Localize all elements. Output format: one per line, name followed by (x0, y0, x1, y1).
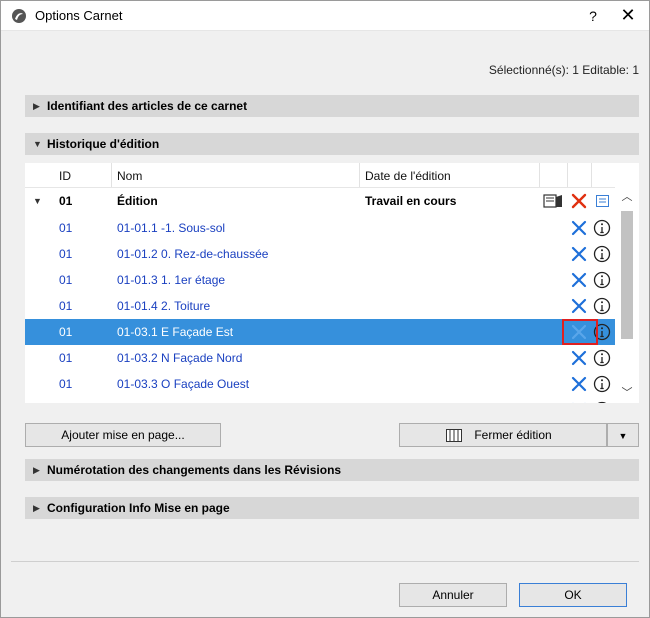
row-name: 01-03.3 O Façade Ouest (117, 377, 250, 391)
row-name: 01-01.4 2. Toiture (117, 299, 211, 313)
table-scrollbar[interactable]: ︿ ﹀ (617, 189, 637, 403)
row-name: 01-03.4 S Façade Sud (117, 397, 237, 403)
info-circle-icon[interactable] (593, 219, 611, 237)
section-historique[interactable]: ▼ Historique d'édition (25, 133, 639, 155)
column-separator (111, 163, 112, 187)
row-id: 01 (59, 299, 73, 313)
delete-x-icon[interactable] (570, 349, 588, 367)
delete-x-icon[interactable] (570, 219, 588, 237)
table-row[interactable]: 01 01-01.4 2. Toiture (25, 293, 615, 319)
info-circle-icon[interactable] (593, 375, 611, 393)
row-id: 01 (59, 397, 72, 403)
table-row[interactable]: 01 01-01.3 1. 1er étage (25, 267, 615, 293)
table-row[interactable]: 01 01-03.3 O Façade Ouest (25, 371, 615, 397)
table-row[interactable]: 01 01-03.2 N Façade Nord (25, 345, 615, 371)
expand-arrow-icon: ▶ (33, 465, 40, 475)
row-name: 01-03.1 E Façade Est (117, 325, 234, 339)
collapse-arrow-icon[interactable]: ▼ (33, 188, 42, 214)
info-circle-icon[interactable] (593, 245, 611, 263)
section-label: Historique d'édition (47, 137, 160, 151)
expand-arrow-icon: ▶ (33, 503, 40, 513)
column-header-nom[interactable]: Nom (117, 169, 142, 183)
edition-name: Édition (117, 194, 158, 208)
row-name: 01-01.3 1. 1er étage (117, 273, 226, 287)
row-id: 01 (59, 221, 73, 235)
archicad-logo-icon (12, 9, 26, 23)
book-icon (446, 429, 462, 442)
ok-button[interactable]: OK (519, 583, 627, 607)
table-row[interactable]: 01 01-01.1 -1. Sous-sol (25, 215, 615, 241)
row-id: 01 (59, 273, 73, 287)
options-carnet-dialog: Options Carnet ? ✕ Sélectionné(s): 1 Edi… (0, 0, 650, 618)
section-label: Configuration Info Mise en page (47, 501, 230, 515)
close-edition-dropdown[interactable]: ▼ (607, 423, 639, 447)
section-configuration[interactable]: ▶ Configuration Info Mise en page (25, 497, 639, 519)
help-button[interactable]: ? (583, 5, 603, 27)
delete-x-icon[interactable] (570, 271, 588, 289)
delete-x-icon[interactable] (570, 297, 588, 315)
row-id: 01 (59, 351, 73, 365)
section-label: Numérotation des changements dans les Ré… (47, 463, 342, 477)
row-name: 01-01.2 0. Rez-de-chaussée (117, 247, 269, 261)
edition-id: 01 (59, 194, 73, 208)
info-circle-icon[interactable] (593, 297, 611, 315)
delete-x-icon[interactable] (570, 401, 588, 403)
table-row[interactable]: 01 01-01.2 0. Rez-de-chaussée (25, 241, 615, 267)
row-name: 01-03.2 N Façade Nord (117, 351, 243, 365)
section-numerotation[interactable]: ▶ Numérotation des changements dans les … (25, 459, 639, 481)
footer-divider (11, 561, 639, 562)
info-circle-icon[interactable] (593, 349, 611, 367)
info-circle-icon[interactable] (593, 271, 611, 289)
cancel-button[interactable]: Annuler (399, 583, 507, 607)
info-circle-icon[interactable] (593, 401, 611, 403)
section-identifiant[interactable]: ▶ Identifiant des articles de ce carnet (25, 95, 639, 117)
table-row[interactable]: 01 01-03.4 S Façade Sud (25, 397, 615, 403)
delete-x-icon[interactable] (571, 193, 587, 209)
delete-x-icon[interactable] (570, 245, 588, 263)
window-title: Options Carnet (35, 8, 123, 23)
chevron-down-icon: ▼ (618, 431, 628, 441)
scroll-down-icon[interactable]: ﹀ (617, 385, 637, 401)
scroll-up-icon[interactable]: ︿ (617, 189, 637, 205)
layout-book-icon[interactable] (543, 194, 563, 208)
list-icon[interactable] (596, 195, 609, 207)
highlight-box (562, 319, 598, 345)
close-edition-button[interactable]: Fermer édition (399, 423, 607, 447)
edition-row[interactable]: ▼ 01 Édition Travail en cours (25, 188, 615, 214)
close-edition-label: Fermer édition (474, 428, 552, 442)
column-separator (567, 163, 568, 187)
row-id: 01 (59, 247, 73, 261)
column-separator (359, 163, 360, 187)
title-bar: Options Carnet ? ✕ (1, 1, 649, 31)
row-id: 01 (59, 377, 73, 391)
edition-date: Travail en cours (365, 194, 457, 208)
delete-x-icon[interactable] (570, 375, 588, 393)
scroll-thumb[interactable] (621, 211, 633, 339)
section-label: Identifiant des articles de ce carnet (47, 99, 248, 113)
column-separator (591, 163, 592, 187)
close-button[interactable]: ✕ (617, 4, 639, 26)
edition-history-table: ID Nom Date de l'édition ▼ 01 Édition Tr… (25, 163, 639, 403)
column-header-date[interactable]: Date de l'édition (365, 169, 451, 183)
column-separator (539, 163, 540, 187)
table-row[interactable]: 01 01-03.1 E Façade Est (25, 319, 615, 345)
row-id: 01 (59, 325, 73, 339)
column-header-id[interactable]: ID (59, 169, 71, 183)
add-layout-button[interactable]: Ajouter mise en page... (25, 423, 221, 447)
collapse-arrow-icon: ▼ (33, 139, 42, 149)
row-name: 01-01.1 -1. Sous-sol (117, 221, 226, 235)
expand-arrow-icon: ▶ (33, 101, 40, 111)
selection-info: Sélectionné(s): 1 Editable: 1 (488, 63, 639, 77)
